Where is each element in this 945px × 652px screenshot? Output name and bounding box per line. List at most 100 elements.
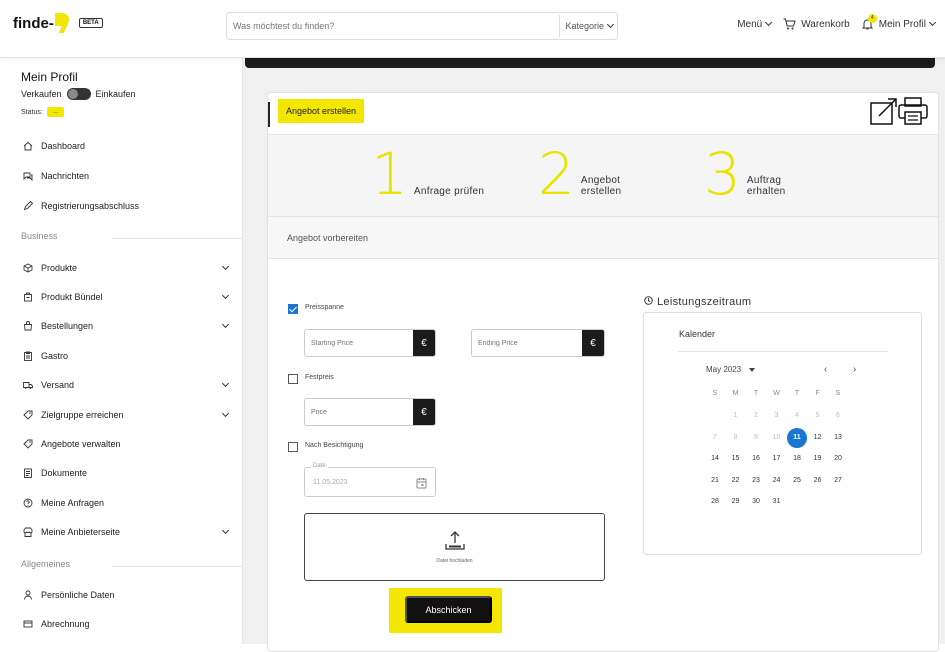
sidebar-item-angebote[interactable]: Angebote verwalten [22,434,234,454]
notification-bell[interactable]: 4 [861,14,877,30]
search-input[interactable] [227,21,560,31]
chevron-down-icon [221,409,230,418]
sidebar-item-registrierung[interactable]: Registrierungsabschluss [22,196,234,216]
profile-dropdown[interactable]: 4 Mein Profil [861,14,937,30]
step-label-line: erstellen [580,186,622,197]
bag-icon [22,320,34,332]
preisspanne-checkbox[interactable] [288,304,298,314]
offer-card: Angebot erstellen 1 Anfrage prüfen 2 Ang… [267,92,939,652]
person-icon [22,589,34,601]
date-value: 11.05.2023 [313,479,348,486]
cart-label: Warenkorb [801,18,850,30]
toggle-left-label: Verkaufen [21,89,62,99]
calendar-day[interactable]: 10 [767,428,787,448]
sidebar-item-anfragen[interactable]: Meine Anfragen [22,493,234,513]
section-divider [112,566,243,567]
calendar-day[interactable]: 7 [705,428,725,448]
sidebar-item-dokumente[interactable]: Dokumente [22,463,234,483]
step-2: 2 Angebot erstellen [538,145,621,203]
calendar-day[interactable]: 26 [808,471,828,491]
sidebar-item-label: Gastro [41,351,69,361]
category-label: Kategorie [565,21,604,31]
calendar-day[interactable]: 2 [746,406,766,426]
calendar-day[interactable]: 24 [767,471,787,491]
sidebar-item-produkt-buendel[interactable]: Produkt Bündel [22,287,234,307]
calendar-day[interactable]: 8 [726,428,746,448]
calendar-day[interactable]: 29 [726,492,746,512]
logo[interactable]: finde- BETA [13,13,103,33]
calendar-day[interactable]: 11 [787,427,807,448]
month-selector[interactable]: May 2023 [706,365,756,374]
calendar-day[interactable]: 9 [746,428,766,448]
print-icon[interactable] [898,97,928,130]
file-upload-area[interactable]: Datei hochladen [304,513,605,581]
step-number: 3 [704,140,741,208]
pen-icon [22,200,34,212]
clipboard-icon [22,350,34,362]
profile-label: Mein Profil [878,18,926,30]
sidebar-item-gastro[interactable]: Gastro [22,346,234,366]
submit-button[interactable]: Abschicken [405,596,492,623]
sidebar-item-abrechnung[interactable]: Abrechnung [22,614,234,634]
ending-price-input[interactable] [472,330,582,356]
category-dropdown[interactable]: Kategorie [559,15,617,37]
festpreis-label: Festpreis [305,374,334,381]
mode-toggle[interactable] [66,88,91,100]
calendar-day[interactable]: 4 [787,406,807,426]
calendar-day[interactable]: 21 [705,471,725,491]
calendar-day[interactable]: 27 [828,471,848,491]
card-title: Angebot erstellen [278,99,365,123]
sidebar-item-dashboard[interactable]: Dashboard [22,136,234,156]
calendar-day[interactable]: 20 [828,449,848,469]
upload-icon [444,530,466,557]
edit-external-icon[interactable] [870,97,898,130]
calendar-day[interactable]: 18 [787,449,807,469]
calendar-day[interactable]: 13 [828,428,848,448]
sidebar-item-label: Versand [41,380,75,390]
euro-icon: € [413,330,435,356]
sidebar-item-bestellungen[interactable]: Bestellungen [22,316,234,336]
calendar-day[interactable]: 1 [726,406,746,426]
calendar-day[interactable]: 30 [746,492,766,512]
cart-link[interactable]: Warenkorb [783,18,850,30]
date-field[interactable]: Date 11.05.2023 [304,463,436,497]
sidebar-item-persoenliche-daten[interactable]: Persönliche Daten [22,585,234,605]
calendar-day[interactable]: 23 [746,471,766,491]
calendar-day[interactable]: 31 [767,492,787,512]
calendar-day[interactable]: 25 [787,471,807,491]
starting-price-field: € [304,329,436,357]
cart-icon [783,18,796,30]
calendar-day[interactable]: 3 [767,406,787,426]
sidebar-item-versand[interactable]: Versand [22,375,234,395]
calendar-day[interactable]: 28 [705,492,725,512]
sidebar-item-nachrichten[interactable]: Nachrichten [22,166,234,186]
price-field: € [304,398,436,426]
sidebar-item-anbieterseite[interactable]: Meine Anbieterseite [22,522,234,542]
calendar-day[interactable]: 22 [726,471,746,491]
calendar-divider [678,351,888,352]
sidebar-item-label: Produkte [41,263,78,273]
menu-dropdown[interactable]: Menü [737,19,773,30]
price-input[interactable] [305,399,413,425]
calendar-icon[interactable] [416,476,427,494]
sidebar-item-zielgruppe[interactable]: Zielgruppe erreichen [22,405,234,425]
calendar-day[interactable]: 14 [705,449,725,469]
calendar-day[interactable]: 15 [726,449,746,469]
sidebar-item-produkte[interactable]: Produkte [22,258,234,278]
sidebar-item-label: Bestellungen [41,321,94,331]
starting-price-input[interactable] [305,330,413,356]
next-month-button[interactable]: › [853,364,856,375]
besichtigung-checkbox[interactable] [288,442,298,452]
festpreis-checkbox[interactable] [288,374,298,384]
calendar-day[interactable]: 17 [767,449,787,469]
calendar-day[interactable]: 5 [808,406,828,426]
calendar-day[interactable]: 6 [828,406,848,426]
calendar-day[interactable]: 19 [808,449,828,469]
calendar-day[interactable]: 16 [746,449,766,469]
prev-month-button[interactable]: ‹ [824,364,827,375]
sidebar-item-label: Registrierungsabschluss [41,201,140,211]
step-number: 2 [538,140,575,208]
calendar-day[interactable]: 12 [808,428,828,448]
section-label-business: Business [21,231,58,241]
toggle-right-label: Einkaufen [95,89,136,99]
